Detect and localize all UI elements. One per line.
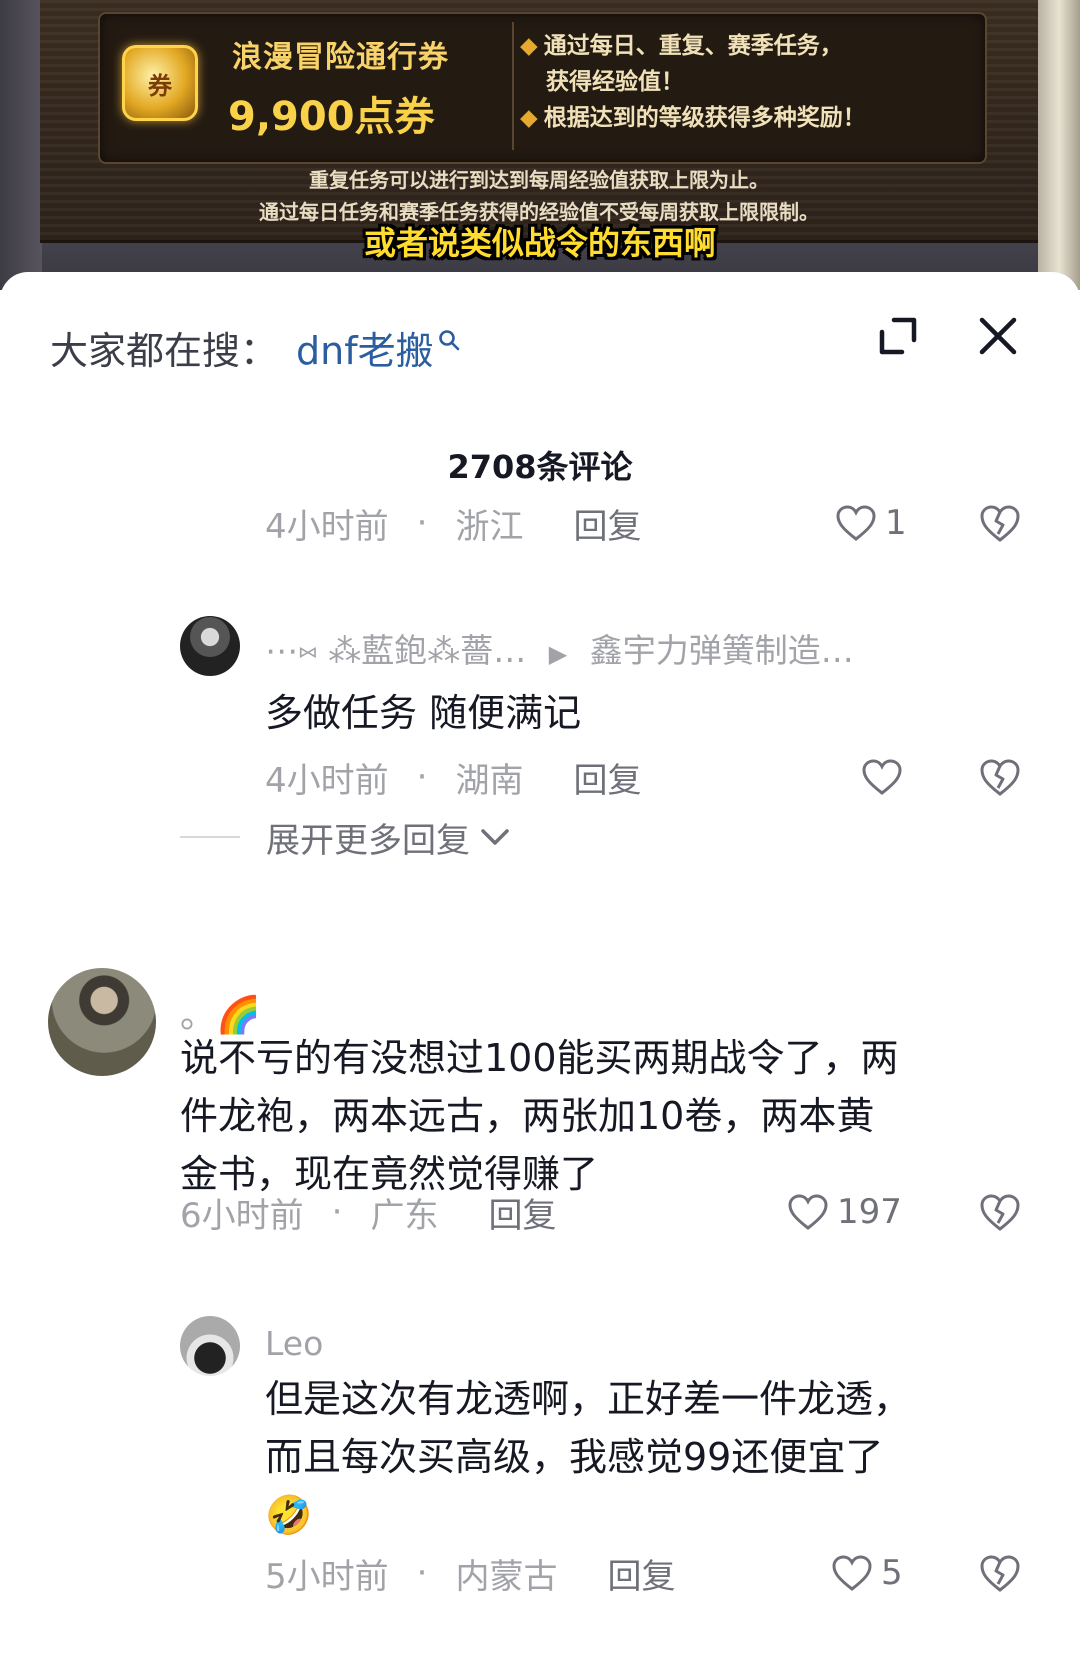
expand-icon[interactable] <box>876 314 920 358</box>
divider <box>180 836 240 838</box>
broken-heart-icon[interactable] <box>978 1190 1022 1234</box>
reply-button[interactable]: 回复 <box>573 499 641 548</box>
comment-location: 湖南 <box>455 760 524 801</box>
broken-heart-icon[interactable] <box>978 755 1022 799</box>
comment-meta: 4小时前 · 湖南 回复 <box>265 752 641 802</box>
comment-text: 但是这次有龙透啊，正好差一件龙透， 而且每次买高级，我感觉99还便宜了 🤣 <box>265 1370 1065 1544</box>
like-count: 197 <box>837 1192 902 1232</box>
comment-meta: 6小时前 · 广东 回复 <box>180 1187 556 1237</box>
comment-meta: 4小时前 · 浙江 回复 <box>265 498 641 548</box>
comment-time: 4小时前 <box>265 760 389 801</box>
bullet-icon: ◆ <box>520 33 538 59</box>
pass-description: ◆ 通过每日、重复、赛季任务， 获得经验值！ ◆ 根据达到的等级获得多种奖励！ <box>520 33 866 131</box>
comment-count: 2708条评论 <box>447 448 633 486</box>
avatar[interactable] <box>180 616 240 676</box>
avatar[interactable] <box>180 1316 240 1376</box>
trending-search-label: 大家都在搜： <box>50 328 279 373</box>
comment-text: 多做任务 随便满记 <box>265 691 582 735</box>
comment-location: 浙江 <box>455 506 524 547</box>
like-count: 5 <box>881 1553 903 1593</box>
avatar[interactable] <box>48 968 156 1076</box>
reply-button[interactable]: 回复 <box>607 1549 675 1598</box>
battle-pass-banner: 券 浪漫冒险通行券 9,900点券 ◆ 通过每日、重复、赛季任务， 获得经验值！ … <box>40 0 1038 243</box>
like-button[interactable]: 197 <box>787 1187 902 1237</box>
like-button[interactable]: 5 <box>831 1548 903 1598</box>
reply-username[interactable]: Leo <box>265 1324 323 1363</box>
comment-location: 内蒙古 <box>455 1556 558 1597</box>
bullet-icon: ◆ <box>520 105 538 131</box>
reply-arrow-icon: ▶ <box>548 640 568 668</box>
reply-button[interactable]: 回复 <box>573 753 641 802</box>
heart-icon <box>862 759 902 795</box>
chevron-down-icon <box>481 829 509 845</box>
heart-icon <box>836 505 876 541</box>
comment-sheet: 大家都在搜： dnf老搬 2708条评论 4小时前 · 浙江 回复 1 ⋯⑅ ⁂… <box>0 272 1080 1676</box>
close-icon[interactable] <box>974 312 1022 360</box>
reply-button[interactable]: 回复 <box>488 1188 556 1237</box>
comment-meta: 5小时前 · 内蒙古 回复 <box>265 1548 675 1598</box>
laughing-emoji: 🤣 <box>265 1493 313 1537</box>
broken-heart-icon[interactable] <box>978 501 1022 545</box>
pass-title: 浪漫冒险通行券 <box>232 40 449 75</box>
like-button[interactable]: 1 <box>835 498 907 548</box>
comment-time: 5小时前 <box>265 1556 389 1597</box>
ticket-icon: 券 <box>122 45 198 121</box>
reply-username[interactable]: ⋯⑅ ⁂藍鉋⁂薔… ▶ 鑫宇力弹簧制造… <box>265 624 854 672</box>
comment-text: 说不亏的有没想过100能买两期战令了，两 件龙袍，两本远古，两张加10卷，两本黄… <box>180 1036 899 1196</box>
expand-more-replies[interactable]: 展开更多回复 <box>180 812 512 862</box>
heart-icon <box>788 1194 828 1230</box>
video-subtitle: 或者说类似战令的东西啊 <box>363 224 716 262</box>
like-count: 1 <box>885 503 907 543</box>
comment-time: 4小时前 <box>265 506 389 547</box>
trending-search: 大家都在搜： dnf老搬 <box>50 320 460 375</box>
reply-to-username[interactable]: 鑫宇力弹簧制造… <box>590 631 854 670</box>
like-button[interactable] <box>861 752 911 802</box>
video-area[interactable]: 券 浪漫冒险通行券 9,900点券 ◆ 通过每日、重复、赛季任务， 获得经验值！ … <box>0 0 1080 290</box>
search-icon[interactable] <box>438 329 460 351</box>
trending-search-link[interactable]: dnf老搬 <box>296 320 434 375</box>
heart-icon <box>832 1555 872 1591</box>
pass-price: 9,900点券 <box>228 94 435 140</box>
comment-time: 6小时前 <box>180 1195 304 1236</box>
comment-location: 广东 <box>370 1195 439 1236</box>
pass-note: 重复任务可以进行到达到每周经验值获取上限为止。 <box>309 168 769 192</box>
broken-heart-icon[interactable] <box>978 1551 1022 1595</box>
